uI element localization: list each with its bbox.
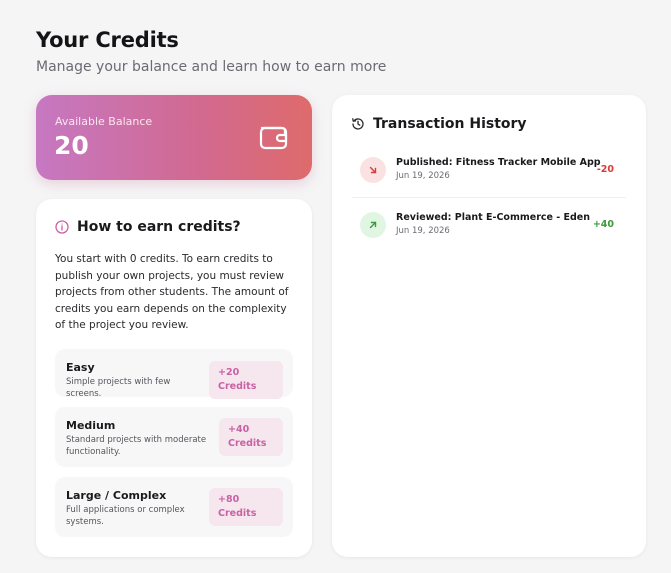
balance-value: 20 [54, 131, 89, 160]
balance-label: Available Balance [55, 115, 153, 128]
info-icon [55, 220, 69, 234]
tier-description: Standard projects with moderate function… [66, 435, 207, 457]
transaction-row[interactable]: Published: Fitness Tracker Mobile App Ju… [352, 154, 626, 198]
transaction-history-card: Transaction History Published: Fitness T… [332, 95, 646, 557]
transaction-header: Transaction History [351, 116, 527, 132]
earn-credits-card: How to earn credits? You start with 0 cr… [36, 199, 312, 557]
balance-card: Available Balance 20 [36, 95, 312, 180]
tier-name: Medium [66, 419, 116, 432]
page-subtitle: Manage your balance and learn how to ear… [36, 59, 387, 75]
arrow-down-right-icon [360, 157, 386, 183]
tier-description: Full applications or complex systems. [66, 505, 185, 527]
tier-name: Large / Complex [66, 489, 167, 502]
tier-easy: Easy Simple projects with few screens. +… [55, 349, 293, 399]
page-title: Your Credits [36, 28, 179, 52]
credits-badge: +80 Credits [209, 488, 283, 526]
transaction-date: Jun 19, 2026 [396, 171, 450, 181]
transaction-amount: +40 [592, 219, 614, 230]
earn-description: You start with 0 credits. To earn credit… [55, 253, 289, 331]
tier-medium: Medium Standard projects with moderate f… [55, 407, 293, 467]
credits-badge: +40 Credits [219, 418, 283, 456]
wallet-icon [259, 126, 288, 150]
transaction-row[interactable]: Reviewed: Plant E-Commerce - Eden Jun 19… [352, 209, 626, 253]
transaction-name: Reviewed: Plant E-Commerce - Eden [396, 212, 591, 223]
transaction-date: Jun 19, 2026 [396, 226, 450, 236]
credits-badge: +20 Credits [209, 361, 283, 399]
arrow-up-right-icon [360, 212, 386, 238]
transaction-title: Transaction History [373, 116, 527, 132]
transaction-name: Published: Fitness Tracker Mobile App [396, 157, 601, 168]
tier-name: Easy [66, 361, 95, 374]
tier-large: Large / Complex Full applications or com… [55, 477, 293, 537]
history-icon [352, 118, 364, 130]
earn-title: How to earn credits? [77, 219, 241, 235]
tier-description: Simple projects with few screens. [66, 377, 171, 399]
earn-header: How to earn credits? [55, 219, 241, 235]
transaction-amount: -20 [596, 164, 614, 175]
